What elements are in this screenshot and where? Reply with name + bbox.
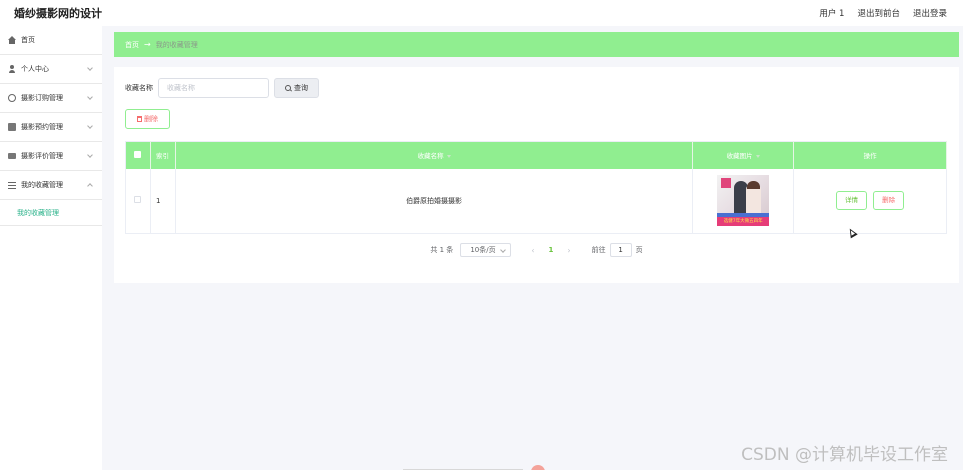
sidebar-item-label: 摄影评价管理 xyxy=(21,152,63,160)
wedding-photo-thumbnail[interactable]: 选健7年大微五四年 xyxy=(717,175,770,227)
sidebar-item-order-management[interactable]: 摄影订购管理 xyxy=(0,84,102,113)
thumbnail-tag xyxy=(721,178,732,189)
monitor-icon xyxy=(8,153,16,159)
row-index: 1 xyxy=(150,168,176,234)
row-name: 伯爵原拍婚摄摄影 xyxy=(175,168,694,234)
pagination: 共 1 条 10条/页 ‹ 1 › 前往 页 xyxy=(114,243,959,257)
breadcrumb-home[interactable]: 首页 xyxy=(125,40,139,50)
thumbnail-banner: 选健7年大微五四年 xyxy=(717,217,770,227)
page-number-1[interactable]: 1 xyxy=(549,246,554,254)
table-header-row: 索引 收藏名称 收藏图片 操作 xyxy=(125,141,947,169)
top-links: 用户 1 退出到前台 退出登录 xyxy=(819,7,947,19)
calendar-icon xyxy=(8,123,16,131)
column-header-image-label: 收藏图片 xyxy=(726,152,753,161)
row-checkbox[interactable] xyxy=(134,196,142,204)
page-size-select[interactable]: 10条/页 xyxy=(460,243,512,257)
goto-label: 前往 xyxy=(591,246,606,254)
sort-caret-icon xyxy=(755,154,760,158)
exit-to-frontend-link[interactable]: 退出到前台 xyxy=(857,7,900,19)
detail-button[interactable]: 详情 xyxy=(835,191,867,211)
chevron-down-icon xyxy=(87,94,93,100)
favorites-table: 索引 收藏名称 收藏图片 操作 1 伯爵原拍婚摄摄影 选健7年大微五四年 详情 … xyxy=(125,141,947,234)
main-content: 首页 → 我的收藏管理 收藏名称 查询 删除 索引 xyxy=(114,32,959,283)
batch-delete-label: 删除 xyxy=(144,115,158,123)
sidebar-subitem-my-favorites[interactable]: 我的收藏管理 xyxy=(0,200,102,226)
column-header-actions: 操作 xyxy=(793,141,947,169)
row-select-cell xyxy=(125,168,151,234)
select-all-checkbox[interactable] xyxy=(134,150,142,158)
row-image-cell: 选健7年大微五四年 xyxy=(692,168,795,234)
gear-icon xyxy=(8,94,16,102)
chevron-up-icon xyxy=(87,183,93,189)
top-bar: 婚纱摄影网的设计 用户 1 退出到前台 退出登录 xyxy=(0,0,963,26)
select-all-header xyxy=(125,141,151,169)
search-button[interactable]: 查询 xyxy=(274,78,319,98)
breadcrumb: 首页 → 我的收藏管理 xyxy=(114,32,959,57)
search-label: 收藏名称 xyxy=(125,84,153,92)
logout-link[interactable]: 退出登录 xyxy=(913,7,947,19)
sort-caret-icon xyxy=(446,154,451,158)
goto-page-input[interactable] xyxy=(609,243,632,257)
column-header-name[interactable]: 收藏名称 xyxy=(175,141,694,169)
next-page-button[interactable]: › xyxy=(567,246,570,255)
sidebar: 首页 个人中心 摄影订购管理 摄影预约管理 摄影评价管理 我的收藏管理 我的收藏… xyxy=(0,26,102,470)
sidebar-item-appointment-management[interactable]: 摄影预约管理 xyxy=(0,113,102,142)
table-row: 1 伯爵原拍婚摄摄影 选健7年大微五四年 详情 删除 xyxy=(125,168,947,234)
user-menu-link[interactable]: 用户 1 xyxy=(819,7,844,19)
sidebar-item-favorites-management[interactable]: 我的收藏管理 xyxy=(0,171,102,200)
batch-delete-button[interactable]: 删除 xyxy=(125,109,170,129)
sidebar-item-label: 我的收藏管理 xyxy=(21,181,63,189)
sidebar-item-label: 个人中心 xyxy=(21,65,49,73)
sidebar-item-home[interactable]: 首页 xyxy=(0,26,102,55)
content-panel: 收藏名称 查询 删除 索引 收藏名称 xyxy=(114,67,959,283)
column-header-image[interactable]: 收藏图片 xyxy=(692,141,795,169)
sidebar-item-label: 摄影订购管理 xyxy=(21,94,63,102)
search-form: 收藏名称 查询 xyxy=(125,77,319,99)
chevron-down-icon xyxy=(87,123,93,129)
search-input[interactable] xyxy=(158,78,269,98)
app-title: 婚纱摄影网的设计 xyxy=(14,7,102,20)
user-icon xyxy=(8,65,16,73)
row-actions-cell: 详情 删除 xyxy=(793,168,947,234)
sidebar-item-personal-center[interactable]: 个人中心 xyxy=(0,55,102,84)
trash-icon xyxy=(137,116,142,122)
thumbnail-bride-hair xyxy=(747,181,761,190)
list-icon xyxy=(8,181,16,189)
home-icon xyxy=(8,36,16,44)
search-button-label: 查询 xyxy=(294,84,308,92)
goto-suffix: 页 xyxy=(635,246,643,254)
floating-dot-icon xyxy=(531,465,545,470)
chevron-down-icon xyxy=(87,152,93,158)
column-header-index: 索引 xyxy=(150,141,176,169)
sidebar-item-review-management[interactable]: 摄影评价管理 xyxy=(0,142,102,171)
delete-button[interactable]: 删除 xyxy=(873,191,905,211)
search-icon xyxy=(285,85,291,91)
chevron-down-icon xyxy=(87,65,93,71)
breadcrumb-separator: → xyxy=(144,40,151,49)
sidebar-item-label: 首页 xyxy=(21,36,35,44)
watermark: CSDN @计算机毕设工作室 xyxy=(741,445,948,465)
column-header-name-label: 收藏名称 xyxy=(417,152,444,161)
sidebar-item-label: 摄影预约管理 xyxy=(21,123,63,131)
breadcrumb-current: 我的收藏管理 xyxy=(155,40,198,49)
pagination-total: 共 1 条 xyxy=(430,246,454,254)
prev-page-button[interactable]: ‹ xyxy=(531,246,534,255)
